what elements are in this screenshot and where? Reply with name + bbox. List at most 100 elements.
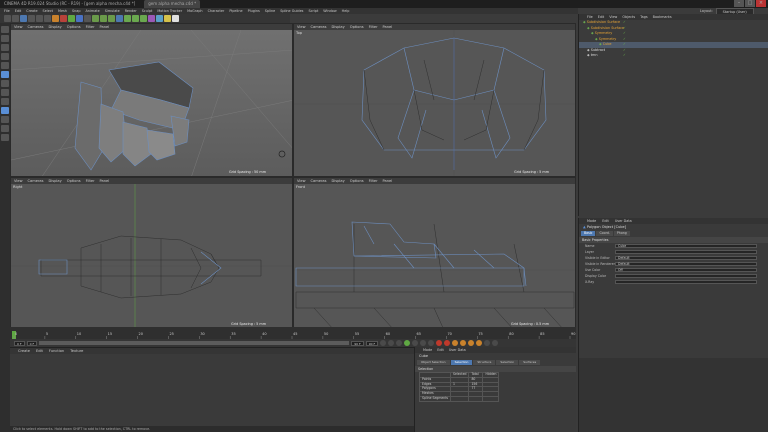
- planar-workplane-icon[interactable]: [1, 134, 9, 141]
- render-view-icon[interactable]: [92, 15, 99, 22]
- recent-tool-icon[interactable]: [52, 15, 59, 22]
- coordinate-system-icon[interactable]: [84, 15, 91, 22]
- material-menu-function[interactable]: Function: [49, 348, 64, 354]
- document-tab[interactable]: gem alpha mecha.c4d *: [144, 0, 201, 8]
- attribute-tab-basic[interactable]: Basic: [581, 231, 596, 236]
- uv-mode-icon[interactable]: [1, 89, 9, 96]
- viewport-right[interactable]: View Cameras Display Options Filter Panel Rig…: [10, 177, 293, 329]
- minimize-icon[interactable]: –: [734, 0, 744, 7]
- attribute-tab-coord[interactable]: Coord.: [596, 231, 613, 236]
- timeline-tick-label: 25: [169, 332, 173, 336]
- live-selection-icon[interactable]: [20, 15, 27, 22]
- current-frame-field[interactable]: 0 F: [14, 340, 25, 346]
- menu-item-script[interactable]: Script: [308, 8, 318, 14]
- structure-tab-selection[interactable]: Selection: [450, 360, 473, 365]
- attribute-tab-phong[interactable]: Phong: [613, 231, 630, 236]
- polygons-mode-icon[interactable]: [1, 80, 9, 87]
- parameter-key-icon[interactable]: [484, 340, 491, 346]
- viewport-perspective[interactable]: ViewCamerasDisplayOptionsFilterPanel Per…: [10, 23, 293, 177]
- points-mode-icon[interactable]: [1, 62, 9, 69]
- goto-start-icon[interactable]: [380, 340, 387, 346]
- model-mode-icon[interactable]: [1, 35, 9, 42]
- viewport-front[interactable]: View Cameras Display Options Filter Panel Fro…: [293, 177, 576, 329]
- material-menu-create[interactable]: Create: [18, 348, 30, 354]
- light-icon[interactable]: [172, 15, 179, 22]
- edges-mode-icon[interactable]: [1, 71, 9, 78]
- position-key-icon[interactable]: [460, 340, 467, 346]
- structure-menu-mode[interactable]: Mode: [423, 347, 432, 353]
- range-slider[interactable]: [39, 341, 350, 345]
- undo-icon[interactable]: [4, 15, 11, 22]
- material-menu-edit[interactable]: Edit: [36, 348, 43, 354]
- render-settings-icon[interactable]: [108, 15, 115, 22]
- redo-icon[interactable]: [12, 15, 19, 22]
- close-icon[interactable]: ×: [756, 0, 766, 7]
- end-frame-field[interactable]: 90 F: [351, 340, 364, 346]
- spline-pen-icon[interactable]: [124, 15, 131, 22]
- property-value-field[interactable]: Default: [615, 261, 757, 267]
- menu-item-window[interactable]: Window: [323, 8, 336, 14]
- camera-icon[interactable]: [164, 15, 171, 22]
- structure-menu-user-data[interactable]: User Data: [449, 347, 466, 353]
- property-value-field[interactable]: [615, 279, 757, 285]
- play-icon[interactable]: [404, 340, 411, 346]
- autokey-icon[interactable]: [444, 340, 451, 346]
- property-value-field[interactable]: [615, 273, 757, 279]
- maximize-icon[interactable]: □: [745, 0, 755, 7]
- enable-axis-icon[interactable]: [1, 98, 9, 105]
- max-frame-field[interactable]: 90 F: [365, 340, 379, 346]
- render-picture-viewer-icon[interactable]: [100, 15, 107, 22]
- structure-tab-selection[interactable]: Selection: [496, 360, 519, 365]
- scale-icon[interactable]: [36, 15, 43, 22]
- property-value-field[interactable]: Off: [615, 267, 757, 273]
- array-icon[interactable]: [140, 15, 147, 22]
- attribute-menu-user-data[interactable]: User Data: [615, 218, 632, 224]
- move-icon[interactable]: [28, 15, 35, 22]
- prev-frame-icon[interactable]: [396, 340, 403, 346]
- attribute-menu-edit[interactable]: Edit: [602, 218, 609, 224]
- material-menu-texture[interactable]: Texture: [70, 348, 83, 354]
- object-title-text: Polygon Object [Cube]: [586, 225, 626, 229]
- viewport-top[interactable]: View Cameras Display Options Filter Panel Top…: [293, 23, 576, 177]
- floor-icon[interactable]: [156, 15, 163, 22]
- structure-tab-object-selection[interactable]: Object Selection: [417, 360, 450, 365]
- workplane-icon[interactable]: [1, 53, 9, 60]
- goto-end-icon[interactable]: [428, 340, 435, 346]
- material-manager[interactable]: Create Edit Function Texture: [10, 347, 414, 432]
- y-axis-icon[interactable]: [68, 15, 75, 22]
- next-key-icon[interactable]: [420, 340, 427, 346]
- mode-palette: [0, 23, 10, 432]
- structure-menu-edit[interactable]: Edit: [437, 347, 444, 353]
- next-frame-icon[interactable]: [412, 340, 419, 346]
- structure-tab-surfaces[interactable]: Surfaces: [519, 360, 541, 365]
- z-axis-icon[interactable]: [76, 15, 83, 22]
- structure-tab-structure[interactable]: Structure: [473, 360, 496, 365]
- cube-primitive-icon[interactable]: [116, 15, 123, 22]
- scale-key-icon[interactable]: [476, 340, 483, 346]
- keyframe-selection-icon[interactable]: [452, 340, 459, 346]
- locked-workplane-icon[interactable]: [1, 125, 9, 132]
- make-editable-icon[interactable]: [1, 26, 9, 33]
- record-icon[interactable]: [436, 340, 443, 346]
- timeline-tick-label: 20: [139, 332, 143, 336]
- property-value-field[interactable]: Default: [615, 255, 757, 261]
- attribute-menu-mode[interactable]: Mode: [587, 218, 596, 224]
- deformer-icon[interactable]: [148, 15, 155, 22]
- start-frame-field[interactable]: 0 F: [26, 340, 38, 346]
- object-row[interactable]: ◆ tmn ✓: [579, 53, 768, 59]
- rotation-key-icon[interactable]: [468, 340, 475, 346]
- property-value-field[interactable]: [615, 249, 757, 255]
- tweak-mode-icon[interactable]: [1, 107, 9, 114]
- prev-key-icon[interactable]: [388, 340, 395, 346]
- visibility-check-icon[interactable]: ✓: [623, 53, 626, 59]
- texture-mode-icon[interactable]: [1, 44, 9, 51]
- snapping-icon[interactable]: [1, 116, 9, 123]
- x-axis-icon[interactable]: [60, 15, 67, 22]
- point-level-icon[interactable]: [492, 340, 499, 346]
- rotate-icon[interactable]: [44, 15, 51, 22]
- grid-spacing-label: Grid Spacing : 5 mm: [514, 170, 549, 174]
- property-value-field[interactable]: Cube: [615, 243, 757, 249]
- menu-item-help[interactable]: Help: [342, 8, 350, 14]
- subdivision-surface-icon[interactable]: [132, 15, 139, 22]
- timeline-ruler[interactable]: 0 5 10 15 20 25 30 35 40 45 50 55 60 65 70 75 80 85 90: [10, 327, 576, 341]
